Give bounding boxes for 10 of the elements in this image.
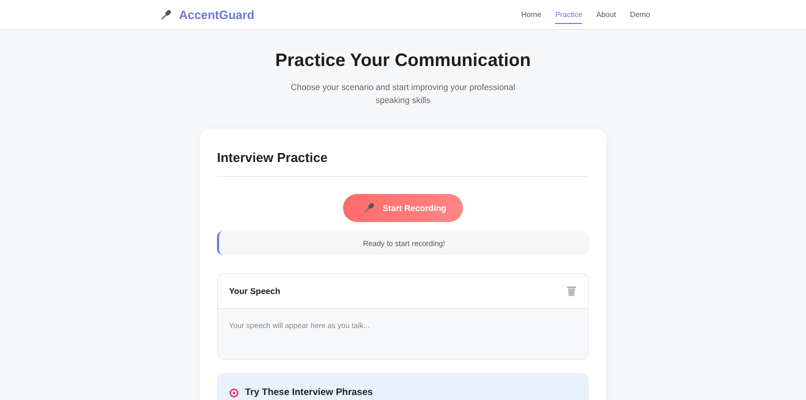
microphone-icon [160, 8, 172, 20]
trash-icon[interactable] [567, 286, 576, 296]
microphone-icon [362, 202, 375, 214]
target-icon [229, 388, 239, 398]
phrases-title: Try These Interview Phrases [245, 387, 373, 398]
page-subtitle: Choose your scenario and start improving your professional speaking skills [290, 81, 516, 108]
speech-title: Your Speech [229, 286, 280, 296]
brand-name[interactable]: AccentGuard [179, 8, 254, 22]
page-title: Practice Your Communication [275, 50, 531, 71]
card-title: Interview Practice [217, 150, 589, 178]
